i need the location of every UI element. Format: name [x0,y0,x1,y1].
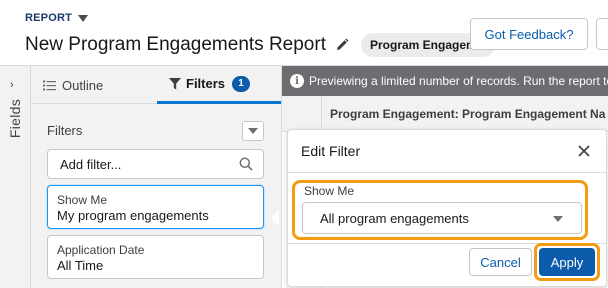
fields-rail[interactable]: › Fields [0,66,31,288]
filter-count-badge: 1 [232,75,251,92]
edit-filter-popover: Edit Filter Show Me All program engageme… [287,129,607,287]
row-number-gutter [282,96,322,132]
fields-label: Fields [7,99,23,139]
funnel-icon [169,77,181,89]
list-icon [43,80,56,90]
preview-info-text: Previewing a limited number of records. … [309,74,608,88]
show-me-select[interactable]: All program engagements [302,202,582,234]
preview-info-bar: i Previewing a limited number of records… [282,66,608,96]
apply-button[interactable]: Apply [539,248,595,276]
filter-value: All Time [57,258,104,273]
filter-show-me[interactable]: Show Me My program engagements [47,185,264,229]
overflow-button[interactable] [596,18,608,50]
tab-filters[interactable]: Filters 1 [157,66,281,104]
table-header: Program Engagement: Program Engagement N… [282,96,608,132]
report-title: New Program Engagements Report [25,34,326,55]
filter-application-date[interactable]: Application Date All Time [47,235,264,279]
chevron-down-icon [78,14,89,22]
expand-icon[interactable]: › [10,79,14,91]
column-header[interactable]: Program Engagement: Program Engagement N… [330,107,605,121]
search-icon [239,157,253,171]
filters-menu-button[interactable] [242,121,264,141]
pencil-icon[interactable] [335,38,349,52]
popover-pointer [271,210,279,226]
tab-outline-label: Outline [62,77,104,93]
report-header: REPORT New Program Engagements Report Pr… [0,0,608,66]
panel-tabs: Outline Filters 1 [31,66,281,104]
filters-heading: Filters [47,123,83,138]
chevron-down-icon [553,216,563,222]
title-row: New Program Engagements Report Program E… [25,33,495,57]
popover-divider [288,172,606,173]
tab-filters-label: Filters [186,76,226,91]
cancel-button[interactable]: Cancel [469,248,532,276]
report-type-menu[interactable]: REPORT [25,12,89,24]
chevron-down-icon [248,128,258,134]
close-icon[interactable] [577,144,591,158]
filter-label: Show Me [57,193,108,207]
report-label: REPORT [25,12,73,24]
filter-label: Application Date [57,243,145,257]
tab-outline[interactable]: Outline [43,66,103,104]
filters-panel: Outline Filters 1 Filters Add filter... … [31,66,281,288]
select-label: Show Me [304,184,355,198]
feedback-button[interactable]: Got Feedback? [470,18,588,50]
popover-title: Edit Filter [301,143,361,159]
selected-value: All program engagements [320,210,469,226]
filter-value: My program engagements [57,208,209,223]
info-icon: i [290,74,304,88]
add-filter-input[interactable]: Add filter... [47,149,264,179]
add-filter-placeholder: Add filter... [60,156,122,172]
